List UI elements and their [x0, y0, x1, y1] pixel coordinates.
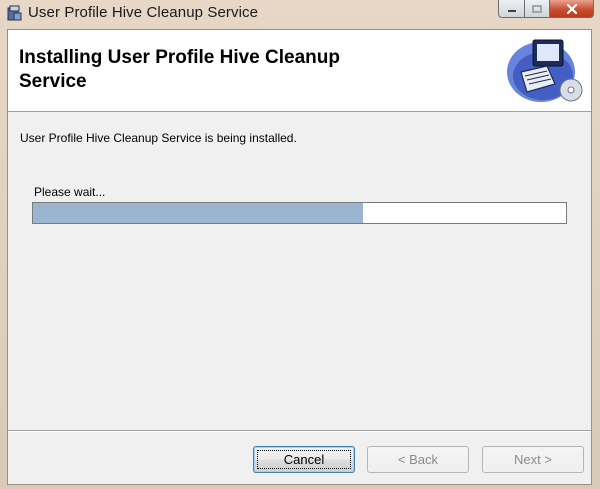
install-progress-bar	[32, 202, 567, 224]
title-bar[interactable]: User Profile Hive Cleanup Service	[0, 0, 600, 28]
installer-window: User Profile Hive Cleanup Service Instal…	[0, 0, 600, 489]
page-title: Installing User Profile Hive Cleanup Ser…	[19, 47, 340, 92]
computer-disc-banner-icon	[507, 39, 583, 102]
progress-label: Please wait...	[34, 185, 106, 199]
close-button[interactable]	[550, 0, 594, 18]
minimize-icon	[507, 9, 516, 12]
maximize-button[interactable]	[525, 0, 550, 18]
footer-separator	[8, 430, 591, 432]
back-button[interactable]: < Back	[367, 446, 469, 473]
back-button-label: < Back	[397, 452, 439, 467]
caption-buttons	[498, 0, 594, 20]
progress-fill	[33, 203, 364, 223]
minimize-button[interactable]	[498, 0, 525, 18]
window-title: User Profile Hive Cleanup Service	[28, 4, 259, 21]
cancel-button[interactable]: Cancel	[253, 446, 355, 473]
header-banner: Installing User Profile Hive Cleanup Ser…	[8, 30, 591, 112]
next-button-label: Next >	[514, 452, 552, 467]
status-message: User Profile Hive Cleanup Service is bei…	[20, 131, 297, 145]
close-icon	[566, 3, 577, 14]
installer-icon	[7, 5, 22, 21]
maximize-icon	[532, 4, 542, 13]
dialog-client-area: Installing User Profile Hive Cleanup Ser…	[7, 29, 592, 485]
focus-rectangle	[257, 450, 351, 469]
next-button[interactable]: Next >	[482, 446, 584, 473]
